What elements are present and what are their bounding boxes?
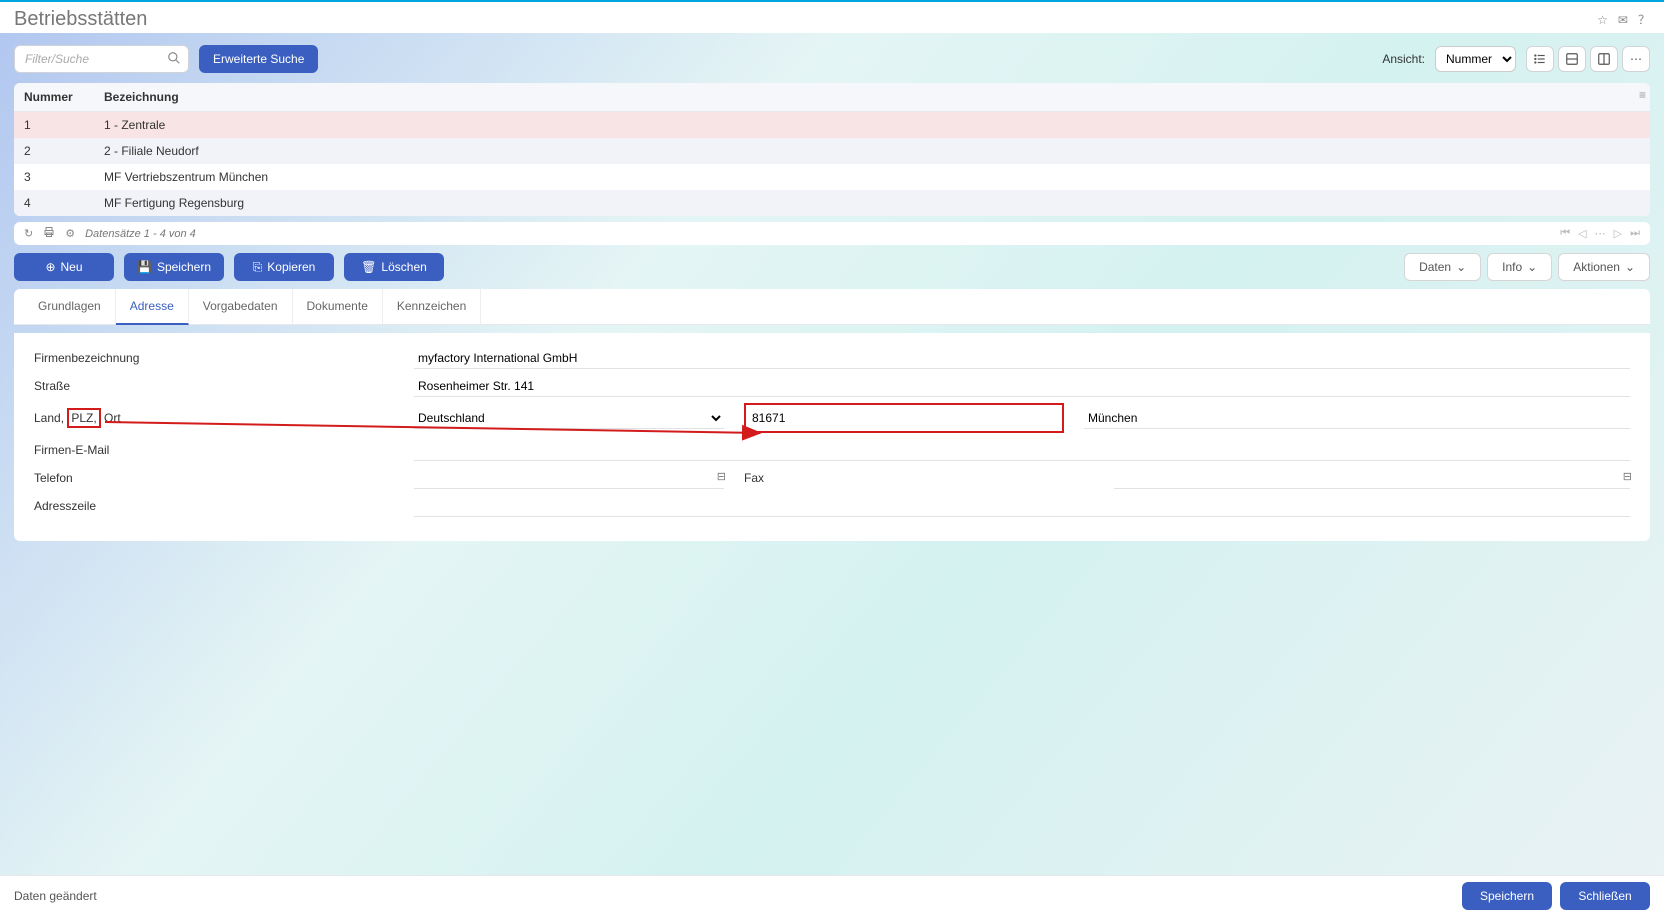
save-icon: 💾 — [137, 260, 152, 274]
footer-close-button[interactable]: Schließen — [1560, 882, 1650, 910]
list-view-icon[interactable] — [1526, 46, 1554, 72]
mail-icon[interactable]: ✉ — [1618, 13, 1628, 27]
print-icon[interactable] — [43, 226, 55, 241]
ort-input[interactable] — [1084, 407, 1630, 429]
firma-input[interactable] — [414, 347, 1630, 369]
extended-search-button[interactable]: Erweiterte Suche — [199, 45, 318, 73]
aktionen-dropdown[interactable]: Aktionen ⌄ — [1558, 253, 1650, 281]
settings-icon[interactable]: ⚙ — [65, 227, 75, 240]
prev-page-icon[interactable]: ◁ — [1578, 227, 1586, 240]
more-icon[interactable]: ⋯ — [1622, 46, 1650, 72]
page-more-icon[interactable]: ⋯ — [1595, 227, 1606, 240]
col-number[interactable]: Nummer — [14, 83, 94, 112]
plus-icon: ⊕ — [45, 260, 55, 274]
tab-adresse[interactable]: Adresse — [116, 289, 189, 325]
split-horizontal-icon[interactable] — [1558, 46, 1586, 72]
table-row[interactable]: 1 1 - Zentrale — [14, 112, 1650, 139]
label-adresszeile: Adresszeile — [34, 499, 414, 513]
new-button[interactable]: ⊕ Neu — [14, 253, 114, 281]
label-land-plz-ort: Land, PLZ, Ort — [34, 408, 414, 428]
daten-dropdown[interactable]: Daten ⌄ — [1404, 253, 1481, 281]
refresh-icon[interactable]: ↻ — [24, 227, 33, 240]
label-strasse: Straße — [34, 379, 414, 393]
copy-icon: ⎘ — [253, 260, 263, 275]
records-count: Datensätze 1 - 4 von 4 — [85, 228, 196, 240]
table-row[interactable]: 3 MF Vertriebszentrum München — [14, 164, 1650, 190]
search-icon[interactable] — [167, 51, 181, 68]
chevron-down-icon: ⌄ — [1527, 260, 1537, 274]
delete-button[interactable]: 🗑 Löschen — [344, 253, 444, 281]
tab-grundlagen[interactable]: Grundlagen — [24, 289, 116, 324]
strasse-input[interactable] — [414, 375, 1630, 397]
telefon-more-icon[interactable]: ⊟ — [717, 470, 726, 483]
save-button[interactable]: 💾 Speichern — [124, 253, 224, 281]
footer-save-button[interactable]: Speichern — [1462, 882, 1552, 910]
extended-search-label: Erweiterte Suche — [213, 52, 304, 66]
search-input[interactable] — [14, 45, 189, 73]
email-input[interactable] — [414, 439, 1630, 461]
favorite-icon[interactable]: ☆ — [1597, 13, 1608, 27]
status-text: Daten geändert — [14, 889, 97, 903]
table-row[interactable]: 2 2 - Filiale Neudorf — [14, 138, 1650, 164]
label-fax: Fax — [744, 471, 1094, 485]
adresszeile-input[interactable] — [414, 495, 1630, 517]
split-vertical-icon[interactable] — [1590, 46, 1618, 72]
data-table: ≡ Nummer Bezeichnung 1 1 - Zentrale 2 2 — [14, 83, 1650, 216]
chevron-down-icon: ⌄ — [1625, 260, 1635, 274]
label-email: Firmen-E-Mail — [34, 443, 414, 457]
first-page-icon[interactable]: ⏮ — [1560, 227, 1570, 240]
telefon-input[interactable] — [414, 467, 724, 489]
help-icon[interactable]: ？ — [1638, 11, 1650, 28]
fax-more-icon[interactable]: ⊟ — [1623, 470, 1632, 483]
table-row[interactable]: 4 MF Fertigung Regensburg — [14, 190, 1650, 216]
table-menu-icon[interactable]: ≡ — [1639, 88, 1646, 102]
label-telefon: Telefon — [34, 471, 414, 485]
col-name[interactable]: Bezeichnung — [94, 83, 1650, 112]
next-page-icon[interactable]: ▷ — [1614, 227, 1622, 240]
chevron-down-icon: ⌄ — [1456, 260, 1466, 274]
plz-label-highlight: PLZ, — [67, 408, 100, 428]
tab-kennzeichen[interactable]: Kennzeichen — [383, 289, 481, 324]
label-firma: Firmenbezeichnung — [34, 351, 414, 365]
land-select[interactable]: Deutschland — [414, 407, 724, 429]
page-title: Betriebsstätten — [14, 8, 147, 31]
fax-input[interactable] — [1114, 467, 1630, 489]
trash-icon: 🗑 — [361, 260, 376, 274]
plz-input[interactable] — [744, 403, 1064, 433]
copy-button[interactable]: ⎘ Kopieren — [234, 253, 334, 281]
info-dropdown[interactable]: Info ⌄ — [1487, 253, 1552, 281]
tab-dokumente[interactable]: Dokumente — [293, 289, 383, 324]
tab-vorgabedaten[interactable]: Vorgabedaten — [189, 289, 293, 324]
last-page-icon[interactable]: ⏭ — [1630, 227, 1640, 240]
view-label: Ansicht: — [1382, 52, 1425, 66]
view-select[interactable]: Nummer — [1435, 46, 1516, 72]
